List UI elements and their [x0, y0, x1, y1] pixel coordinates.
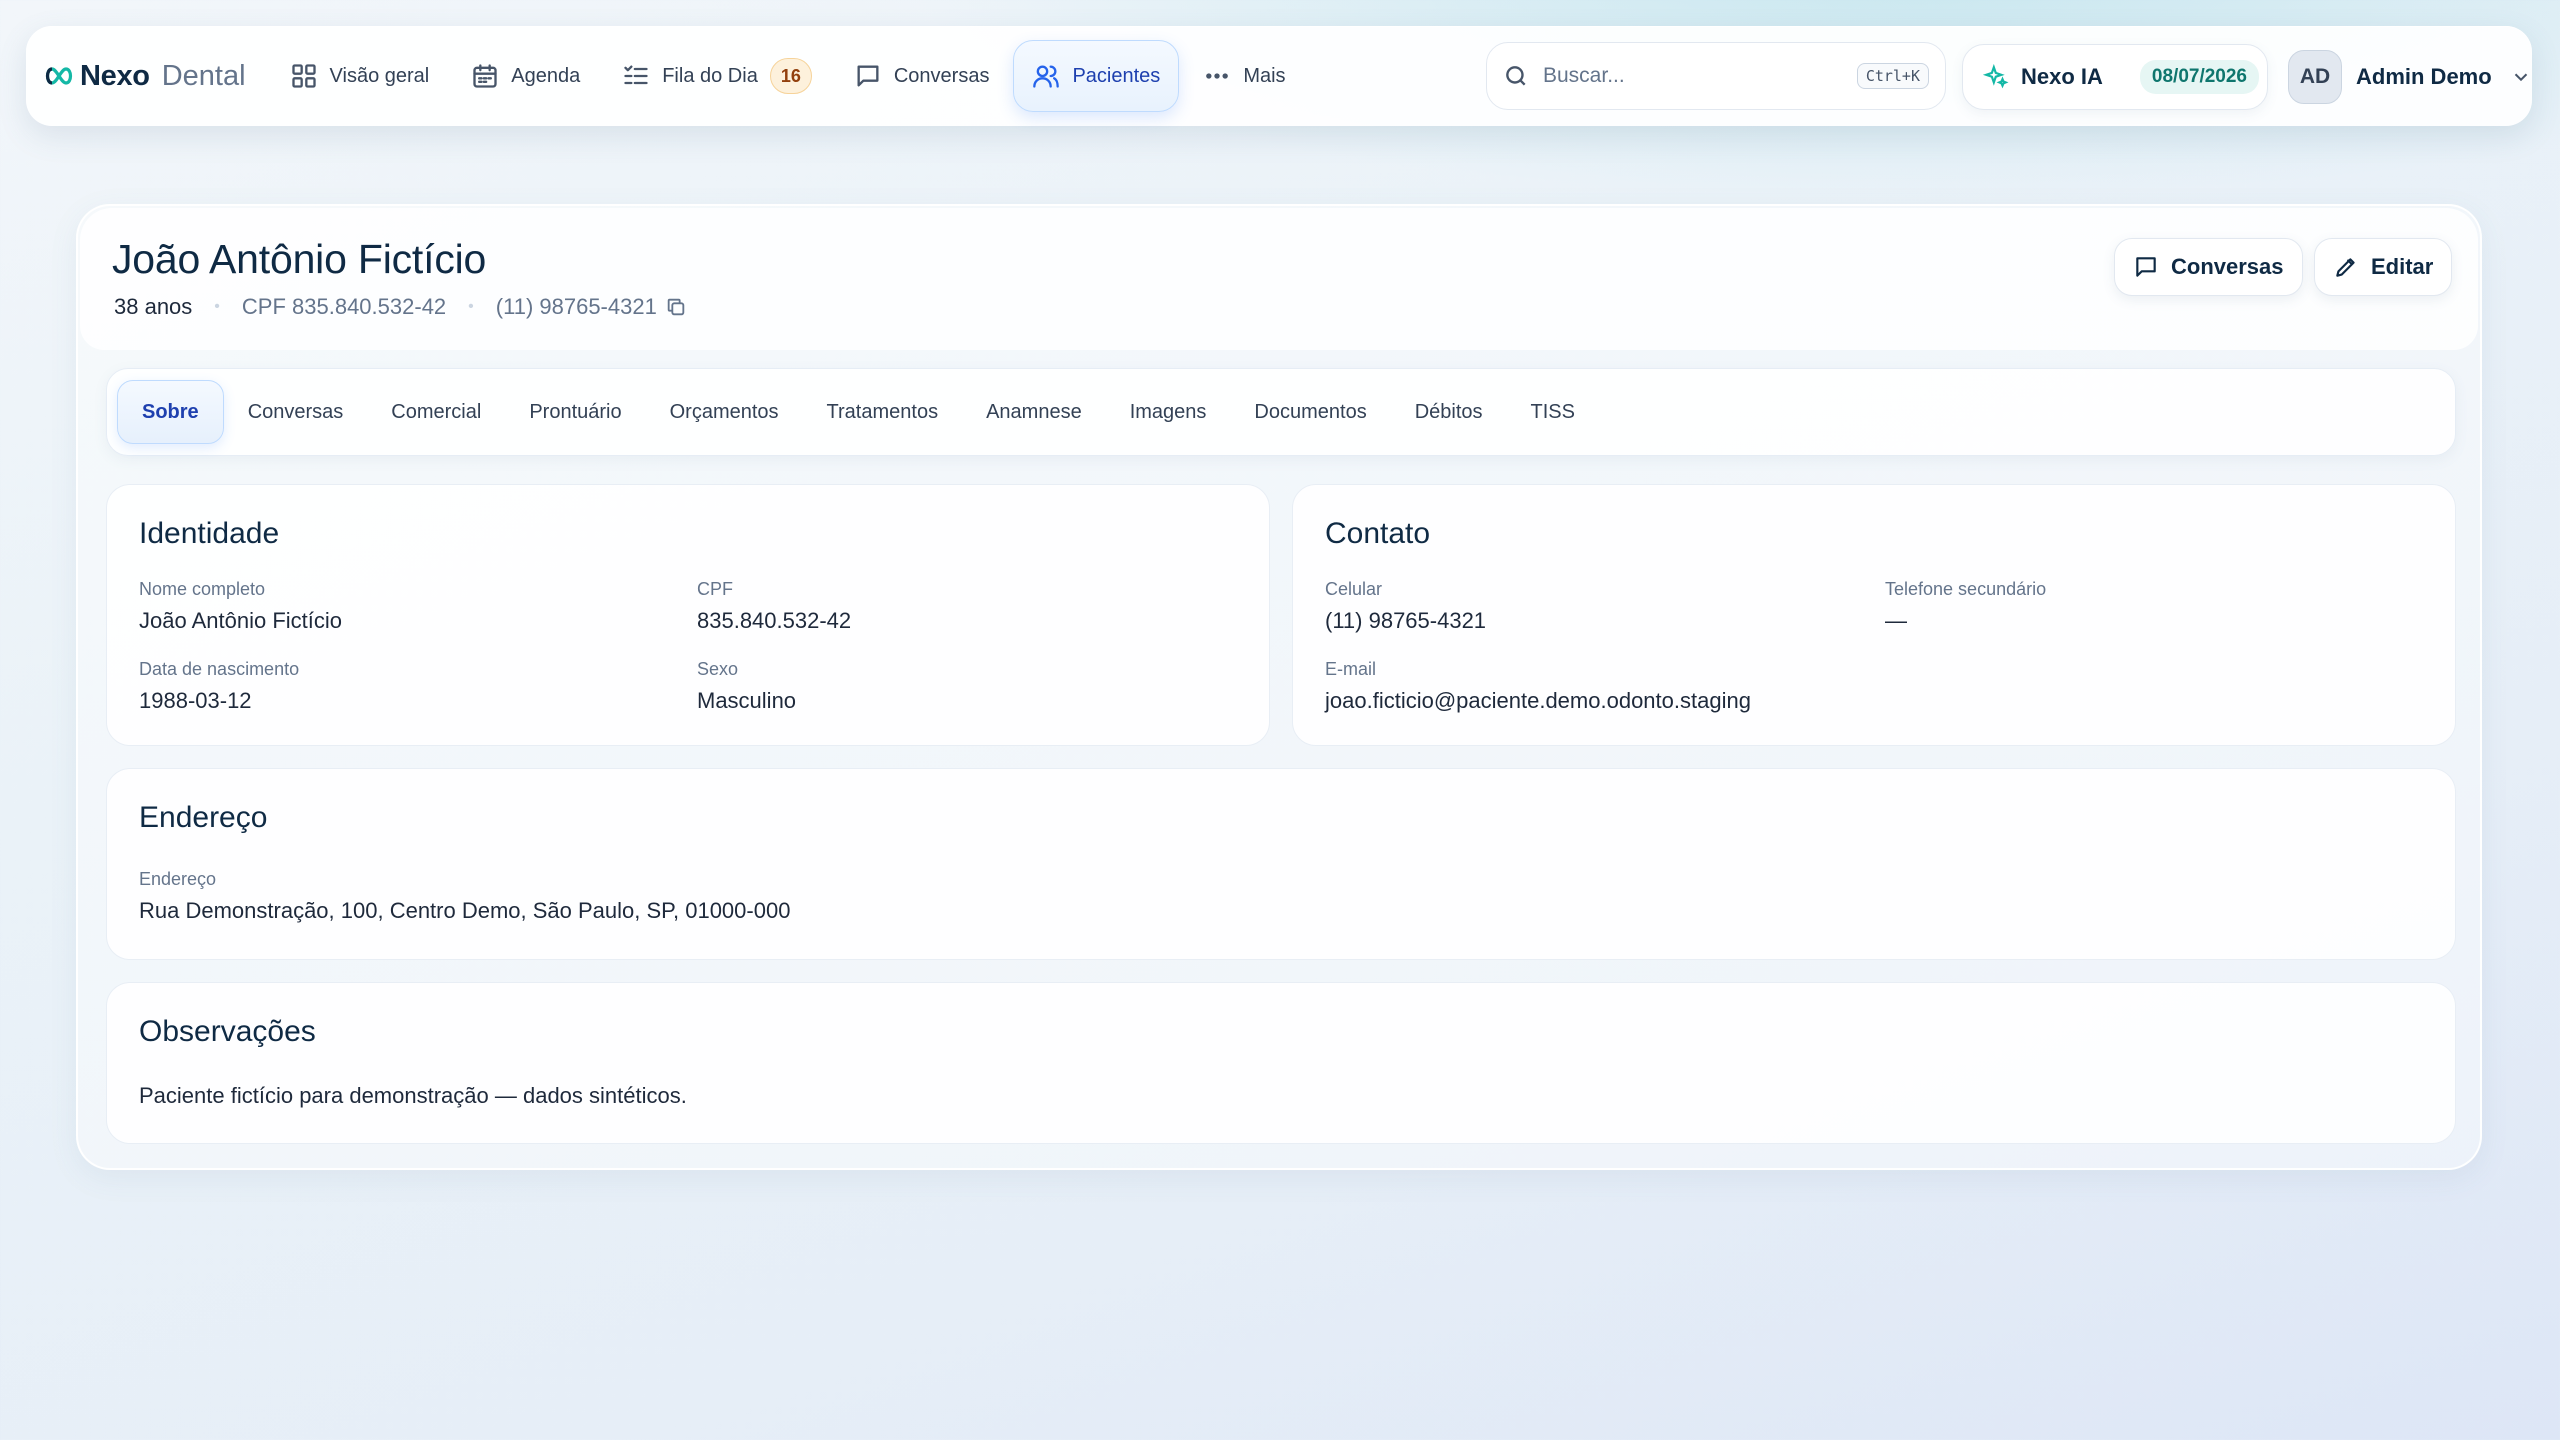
chat-bubble-icon: [2136, 257, 2156, 277]
patient-phone: (11) 98765-4321: [495, 294, 657, 319]
chevron-down-icon: [2514, 73, 2527, 82]
calendar-icon: [473, 64, 497, 88]
nav-label: Agenda: [511, 64, 581, 87]
field-value: 1988-03-12: [139, 688, 252, 713]
separator-dot: •: [468, 298, 474, 315]
patient-meta: 38 anos • CPF 835.840.532-42 • (11) 9876…: [114, 294, 687, 320]
tab-prontuario[interactable]: Prontuário: [505, 380, 645, 444]
field-value: Rua Demonstração, 100, Centro Demo, São …: [139, 898, 791, 923]
tab-documentos[interactable]: Documentos: [1230, 380, 1390, 444]
field-value: 835.840.532-42: [697, 608, 852, 633]
field-sexo: Sexo Masculino: [697, 659, 796, 714]
nav-label: Mais: [1243, 64, 1286, 87]
contato-title: Contato: [1325, 517, 1431, 550]
contato-card: Contato Celular (11) 98765-4321 Telefone…: [1292, 484, 2456, 746]
brand-logo[interactable]: Nexo Dental: [44, 60, 246, 93]
pencil-icon: [2336, 258, 2355, 277]
checklist-icon: [624, 65, 648, 85]
field-label: Celular: [1325, 579, 1383, 599]
field-label: Sexo: [697, 659, 739, 679]
user-name: Admin Demo: [2356, 64, 2492, 89]
nav-conversas[interactable]: Conversas: [836, 40, 1008, 112]
endereco-card: Endereço Endereço Rua Demonstração, 100,…: [106, 768, 2456, 960]
copy-icon[interactable]: [665, 296, 687, 318]
nav-visao-geral[interactable]: Visão geral: [272, 40, 448, 112]
top-navbar: Nexo Dental Visão geral Agenda Fila do D…: [26, 26, 2532, 126]
more-dots-icon: [1206, 73, 1229, 79]
tab-conversas[interactable]: Conversas: [224, 380, 368, 444]
patient-name: João Antônio Fictício: [112, 236, 487, 282]
patient-tabs: Sobre Conversas Comercial Prontuário Orç…: [106, 368, 2456, 456]
tab-debitos[interactable]: Débitos: [1391, 380, 1507, 444]
editar-button[interactable]: Editar: [2314, 238, 2453, 296]
field-label: E-mail: [1325, 659, 1377, 679]
search-icon: [1506, 66, 1526, 86]
chat-bubble-icon: [857, 65, 879, 87]
observacoes-card: Observações Paciente fictício para demon…: [106, 982, 2456, 1144]
identidade-card: Identidade Nome completo João Antônio Fi…: [106, 484, 1270, 746]
tab-orcamentos[interactable]: Orçamentos: [646, 380, 803, 444]
field-value: (11) 98765-4321: [1325, 608, 1487, 633]
conversas-button[interactable]: Conversas: [2114, 238, 2303, 296]
nav-agenda[interactable]: Agenda: [453, 40, 598, 112]
ia-label: Nexo IA: [2021, 64, 2103, 89]
nav-mais[interactable]: Mais: [1185, 40, 1303, 112]
main-nav: Visão geral Agenda Fila do Dia 16 Conver…: [272, 40, 1304, 112]
tab-tiss[interactable]: TISS: [1507, 380, 1599, 444]
patient-panel: João Antônio Fictício 38 anos • CPF 835.…: [76, 204, 2482, 1170]
field-email: E-mail joao.ficticio@paciente.demo.odont…: [1325, 659, 1751, 714]
search-shortcut-hint: Ctrl+K: [1856, 63, 1929, 89]
tab-sobre[interactable]: Sobre: [117, 380, 224, 444]
field-label: CPF: [697, 579, 733, 599]
field-label: Endereço: [139, 869, 217, 889]
nav-label: Visão geral: [329, 64, 430, 87]
nav-label: Conversas: [893, 64, 990, 87]
field-cpf: CPF 835.840.532-42: [697, 579, 851, 634]
users-icon: [1033, 65, 1060, 88]
field-telefone-secundario: Telefone secundário —: [1885, 579, 2046, 634]
tab-imagens[interactable]: Imagens: [1106, 380, 1231, 444]
current-date-chip: 08/07/2026: [2139, 60, 2259, 94]
field-value: —: [1885, 608, 1907, 633]
identidade-title: Identidade: [139, 517, 280, 550]
field-value: Masculino: [697, 688, 797, 713]
separator-dot: •: [214, 298, 220, 315]
observacoes-text: Paciente fictício para demonstração — da…: [139, 1083, 687, 1108]
field-label: Nome completo: [139, 579, 266, 599]
global-search[interactable]: Ctrl+K: [1486, 42, 1946, 110]
dashboard-grid-icon: [291, 64, 316, 88]
queue-count-badge: 16: [769, 58, 812, 94]
tab-anamnese[interactable]: Anamnese: [962, 380, 1106, 444]
user-menu[interactable]: AD Admin Demo: [2288, 46, 2532, 108]
field-endereco: Endereço Rua Demonstração, 100, Centro D…: [139, 869, 790, 924]
field-label: Telefone secundário: [1885, 579, 2047, 599]
editar-button-label: Editar: [2371, 254, 2434, 279]
search-input[interactable]: [1543, 64, 1843, 88]
avatar: AD: [2288, 50, 2342, 104]
sparkle-icon: [1983, 64, 2009, 89]
endereco-title: Endereço: [139, 801, 268, 834]
field-data-nascimento: Data de nascimento 1988-03-12: [139, 659, 299, 714]
field-celular: Celular (11) 98765-4321: [1325, 579, 1486, 634]
brand-name: Nexo: [80, 59, 150, 92]
brand-infinity-icon: [45, 67, 73, 85]
observacoes-title: Observações: [139, 1015, 316, 1048]
patient-age: 38 anos: [114, 294, 193, 319]
tab-tratamentos[interactable]: Tratamentos: [803, 380, 963, 444]
nav-pacientes[interactable]: Pacientes: [1013, 40, 1180, 112]
field-value: joao.ficticio@paciente.demo.odonto.stagi…: [1325, 688, 1751, 713]
brand-sub: Dental: [161, 59, 246, 92]
field-nome-completo: Nome completo João Antônio Fictício: [139, 579, 342, 634]
conversas-button-label: Conversas: [2171, 254, 2284, 279]
tab-comercial[interactable]: Comercial: [367, 380, 505, 444]
nexo-ia-button[interactable]: Nexo IA 08/07/2026: [1962, 44, 2268, 110]
field-value: João Antônio Fictício: [139, 608, 343, 633]
nav-label: Fila do Dia: [662, 64, 758, 87]
patient-header: João Antônio Fictício 38 anos • CPF 835.…: [80, 208, 2478, 350]
nav-fila-do-dia[interactable]: Fila do Dia 16: [604, 40, 830, 112]
patient-cpf: CPF 835.840.532-42: [241, 294, 447, 319]
field-label: Data de nascimento: [139, 659, 300, 679]
nav-label: Pacientes: [1072, 64, 1161, 87]
